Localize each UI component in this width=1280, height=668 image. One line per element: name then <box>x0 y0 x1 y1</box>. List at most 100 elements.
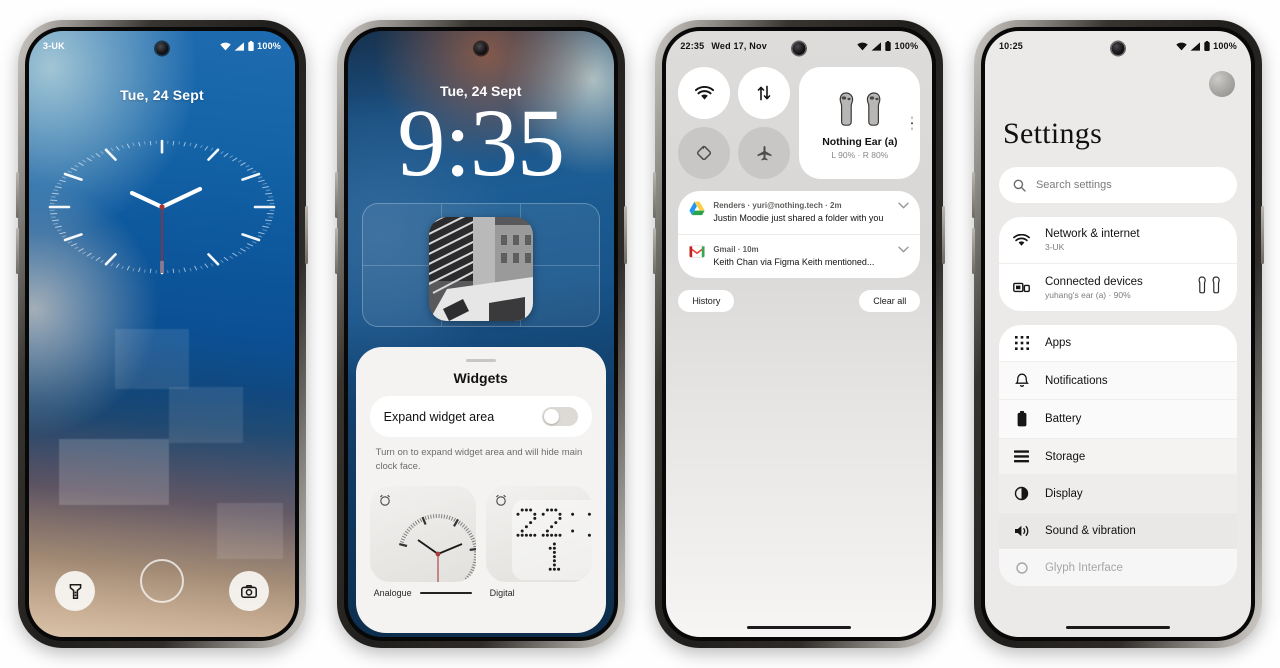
gesture-nav-bar[interactable] <box>747 625 852 629</box>
dot-matrix-digits <box>516 508 591 571</box>
chevron-down-icon[interactable] <box>898 246 910 253</box>
settings-row-label: Storage <box>1044 450 1086 463</box>
power-button[interactable] <box>942 206 946 264</box>
qs-tile-auto-rotate[interactable] <box>678 127 731 179</box>
power-button[interactable] <box>1260 206 1264 264</box>
flashlight-shortcut[interactable] <box>55 571 95 611</box>
widget-preview-list: Analogue Digital <box>369 485 592 598</box>
settings-row-glyph-interface[interactable]: Glyph Interface <box>998 549 1237 586</box>
search-placeholder: Search settings <box>1035 179 1112 191</box>
phone-3-notification-shade: 22:35 Wed 17, Nov 100% Nothing Ear (a) L… <box>653 20 946 648</box>
settings-row-notifications[interactable]: Notifications <box>998 361 1237 399</box>
camera-shortcut[interactable] <box>229 571 269 611</box>
battery-icon <box>885 41 892 51</box>
clock-minute-hand <box>159 186 203 210</box>
expand-widget-area-description: Turn on to expand widget area and will h… <box>375 447 583 472</box>
wallpaper-square <box>169 387 243 443</box>
digital-widget-card[interactable] <box>485 485 592 582</box>
phone-2-bezel: Tue, 24 Sept 9:35 Widgets Expand widget … <box>343 27 618 641</box>
expand-widget-area-toggle[interactable] <box>541 407 578 426</box>
storage-icon <box>1013 450 1031 463</box>
page-title: Settings <box>1002 117 1103 150</box>
qs-tile-airplane-mode[interactable] <box>738 127 791 179</box>
volume-up-button[interactable] <box>653 172 657 218</box>
expand-widget-area-row[interactable]: Expand widget area <box>369 396 592 437</box>
volume-up-button[interactable] <box>334 172 338 218</box>
media-device-card[interactable]: Nothing Ear (a) L 90% · R 80% <box>799 67 921 179</box>
signal-icon <box>234 41 245 51</box>
status-time: 10:25 <box>998 41 1023 51</box>
wifi-icon <box>1013 233 1031 247</box>
settings-row-network-internet[interactable]: Network & internet 3-UK <box>999 217 1237 263</box>
sheet-drag-handle[interactable] <box>465 359 496 362</box>
phone-mockup-row: 3-UK 100% Tue, 24 Sept Tue, 24 Sept 9:35… <box>0 0 1280 668</box>
chevron-down-icon[interactable] <box>898 202 910 209</box>
drive-icon <box>689 201 705 216</box>
analogue-widget-footer: Analogue <box>370 588 476 598</box>
volume-up-button[interactable] <box>16 172 19 218</box>
mobile-data-icon <box>758 85 771 101</box>
volume-down-button[interactable] <box>971 228 975 274</box>
media-page-indicator[interactable] <box>910 116 914 130</box>
account-avatar[interactable] <box>1208 71 1235 97</box>
settings-row-label: Notifications <box>1044 374 1108 387</box>
qs-tile-mobile-data[interactable] <box>738 67 791 119</box>
widget-preview-digital[interactable]: Digital <box>485 485 592 598</box>
notification-body: Justin Moodie just shared a folder with … <box>713 213 884 223</box>
qs-tile-wifi[interactable] <box>678 67 731 119</box>
settings-row-label: Connected devices <box>1044 275 1143 288</box>
settings-row-storage[interactable]: Storage <box>998 438 1237 474</box>
volume-up-button[interactable] <box>971 172 975 218</box>
wallpaper-square <box>217 503 283 559</box>
settings-row-label: Apps <box>1044 337 1072 349</box>
wifi-icon <box>857 42 869 50</box>
quick-settings: Nothing Ear (a) L 90% · R 80% <box>666 61 932 179</box>
lock-date: Tue, 24 Sept <box>120 87 204 103</box>
volume-down-button[interactable] <box>653 228 657 274</box>
wallpaper-square <box>59 439 169 505</box>
notification-shade: 22:35 Wed 17, Nov 100% Nothing Ear (a) L… <box>666 31 933 637</box>
settings-row-display[interactable]: Display <box>998 474 1237 512</box>
flashlight-icon <box>69 583 81 599</box>
earbuds-icon <box>1195 275 1223 300</box>
phone-4-bezel: 10:25 100% Settings Search settings Netw… <box>980 27 1255 641</box>
sheet-title: Widgets <box>453 370 508 386</box>
notification-item[interactable]: Renders · yuri@nothing.tech · 2m Justin … <box>678 191 920 234</box>
gesture-nav-bar[interactable] <box>1065 625 1170 629</box>
volume-down-button[interactable] <box>16 228 19 274</box>
battery-icon <box>248 41 254 51</box>
alarm-icon <box>495 494 506 506</box>
volume-down-button[interactable] <box>334 228 338 274</box>
phone-1-screen: 3-UK 100% Tue, 24 Sept <box>29 31 295 637</box>
glyph-icon <box>1013 561 1031 575</box>
settings-app: 10:25 100% Settings Search settings Netw… <box>984 31 1251 637</box>
search-icon <box>1013 179 1026 192</box>
airplane-icon <box>757 145 772 160</box>
analogue-widget-card[interactable] <box>369 485 476 582</box>
search-settings-field[interactable]: Search settings <box>998 167 1237 203</box>
widgets-bottom-sheet: Widgets Expand widget area Turn on to ex… <box>355 347 606 633</box>
settings-row-label: Network & internet <box>1044 228 1140 240</box>
settings-row-battery[interactable]: Battery <box>998 399 1237 438</box>
settings-group-connectivity: Network & internet 3-UK Connected device… <box>998 217 1237 311</box>
camera-icon <box>241 584 257 598</box>
clear-all-button[interactable]: Clear all <box>859 290 921 312</box>
phone-2-widgets: Tue, 24 Sept 9:35 Widgets Expand widget … <box>334 20 627 648</box>
dot-matrix-panel <box>511 499 592 580</box>
signal-icon <box>1190 41 1201 51</box>
fingerprint-sensor[interactable] <box>140 559 184 603</box>
analogue-widget-clock <box>398 513 476 582</box>
history-button[interactable]: History <box>678 290 735 312</box>
front-camera-punch-hole <box>792 42 806 55</box>
power-button[interactable] <box>305 206 308 264</box>
widget-preview-analogue[interactable]: Analogue <box>369 485 476 598</box>
battery-icon <box>1013 411 1031 427</box>
settings-row-sound-vibration[interactable]: Sound & vibration <box>998 512 1237 549</box>
settings-row-connected-devices[interactable]: Connected devices yuhang's ear (a) · 90% <box>998 263 1237 311</box>
widget-label: Digital <box>489 587 515 598</box>
power-button[interactable] <box>623 206 627 264</box>
notification-item[interactable]: Gmail · 10m Keith Chan via Figma Keith m… <box>678 234 921 278</box>
settings-row-apps[interactable]: Apps <box>999 325 1237 361</box>
photo-widget[interactable] <box>428 217 533 321</box>
status-time: 22:35 <box>680 41 705 51</box>
